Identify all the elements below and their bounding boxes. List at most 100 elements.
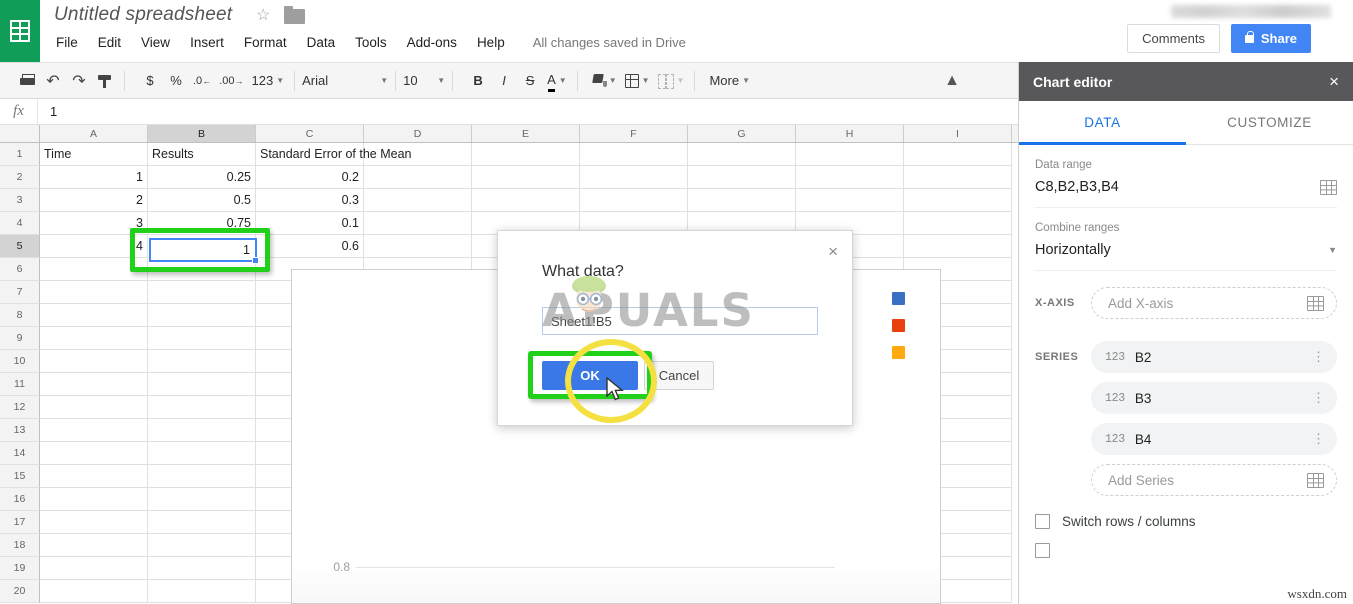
italic-button[interactable]: I	[491, 68, 517, 94]
menu-insert[interactable]: Insert	[180, 33, 234, 52]
combine-ranges-value[interactable]: Horizontally	[1035, 242, 1111, 258]
tab-customize[interactable]: CUSTOMIZE	[1186, 101, 1353, 144]
column-header-d[interactable]: D	[364, 125, 472, 142]
currency-format-button[interactable]: $	[137, 68, 163, 94]
menu-edit[interactable]: Edit	[88, 33, 131, 52]
row-header-17[interactable]: 17	[0, 511, 40, 534]
cell-B4[interactable]: 0.75	[148, 212, 256, 235]
share-button[interactable]: Share	[1231, 24, 1311, 53]
cell-E2[interactable]	[472, 166, 580, 189]
select-range-grid-icon[interactable]	[1307, 473, 1324, 488]
paint-format-icon[interactable]	[92, 68, 118, 94]
cell-D4[interactable]	[364, 212, 472, 235]
cell-A18[interactable]	[40, 534, 148, 557]
undo-icon[interactable]: ↶	[40, 68, 66, 94]
cell-A1[interactable]: Time	[40, 143, 148, 166]
row-header-12[interactable]: 12	[0, 396, 40, 419]
cell-B13[interactable]	[148, 419, 256, 442]
font-family-select[interactable]: Arial ▼	[295, 68, 395, 94]
cell-B20[interactable]	[148, 580, 256, 603]
series-item-b2[interactable]: 123 B2 ⋮	[1091, 341, 1337, 373]
cell-B2[interactable]: 0.25	[148, 166, 256, 189]
cell-I1[interactable]	[904, 143, 1012, 166]
select-range-grid-icon[interactable]	[1307, 296, 1324, 311]
column-header-i[interactable]: I	[904, 125, 1012, 142]
bold-button[interactable]: B	[465, 68, 491, 94]
cell-C2[interactable]: 0.2	[256, 166, 364, 189]
close-icon[interactable]: ×	[1329, 73, 1339, 90]
cell-A5[interactable]: 4	[40, 235, 148, 258]
more-formats-button[interactable]: 123 ▼	[247, 68, 288, 94]
merge-cells-button[interactable]: ▼	[654, 68, 689, 94]
cell-B12[interactable]	[148, 396, 256, 419]
cell-A17[interactable]	[40, 511, 148, 534]
row-header-11[interactable]: 11	[0, 373, 40, 396]
cell-A4[interactable]: 3	[40, 212, 148, 235]
series-options-icon[interactable]: ⋮	[1312, 434, 1325, 444]
close-icon[interactable]: ×	[828, 243, 838, 260]
cell-B1[interactable]: Results	[148, 143, 256, 166]
column-header-g[interactable]: G	[688, 125, 796, 142]
chevron-down-icon[interactable]: ▼	[1328, 245, 1337, 255]
strikethrough-button[interactable]: S	[517, 68, 543, 94]
fill-handle[interactable]	[252, 257, 259, 264]
add-series-button[interactable]: Add Series	[1091, 464, 1337, 496]
menu-add-ons[interactable]: Add-ons	[397, 33, 467, 52]
cell-H3[interactable]	[796, 189, 904, 212]
column-header-f[interactable]: F	[580, 125, 688, 142]
cell-A14[interactable]	[40, 442, 148, 465]
row-header-16[interactable]: 16	[0, 488, 40, 511]
series-options-icon[interactable]: ⋮	[1312, 352, 1325, 362]
cell-I2[interactable]	[904, 166, 1012, 189]
cell-C1[interactable]: Standard Error of the Mean	[256, 143, 364, 166]
folder-icon[interactable]	[284, 9, 305, 24]
row-header-13[interactable]: 13	[0, 419, 40, 442]
series-item-b4[interactable]: 123 B4 ⋮	[1091, 423, 1337, 455]
cell-A8[interactable]	[40, 304, 148, 327]
column-header-c[interactable]: C	[256, 125, 364, 142]
cell-B19[interactable]	[148, 557, 256, 580]
cell-A6[interactable]	[40, 258, 148, 281]
row-header-5[interactable]: 5	[0, 235, 40, 258]
collapse-toolbar-icon[interactable]: ▲	[944, 72, 960, 90]
cell-B16[interactable]	[148, 488, 256, 511]
row-header-8[interactable]: 8	[0, 304, 40, 327]
cell-A13[interactable]	[40, 419, 148, 442]
cell-F3[interactable]	[580, 189, 688, 212]
menu-file[interactable]: File	[54, 33, 88, 52]
increase-decimal-button[interactable]: .00→	[215, 68, 247, 94]
cell-B14[interactable]	[148, 442, 256, 465]
cell-A3[interactable]: 2	[40, 189, 148, 212]
cell-B8[interactable]	[148, 304, 256, 327]
cell-C3[interactable]: 0.3	[256, 189, 364, 212]
add-x-axis-button[interactable]: Add X-axis	[1091, 287, 1337, 319]
series-options-icon[interactable]: ⋮	[1312, 393, 1325, 403]
borders-button[interactable]: ▼	[621, 68, 654, 94]
row-header-15[interactable]: 15	[0, 465, 40, 488]
cell-B7[interactable]	[148, 281, 256, 304]
cell-E1[interactable]	[472, 143, 580, 166]
row-header-9[interactable]: 9	[0, 327, 40, 350]
cell-A19[interactable]	[40, 557, 148, 580]
row-header-18[interactable]: 18	[0, 534, 40, 557]
cell-B15[interactable]	[148, 465, 256, 488]
text-color-button[interactable]: A ▼	[543, 68, 571, 94]
redo-icon[interactable]: ↷	[66, 68, 92, 94]
formula-input[interactable]: 1	[38, 104, 57, 119]
column-header-h[interactable]: H	[796, 125, 904, 142]
tab-data[interactable]: DATA	[1019, 101, 1186, 144]
series-item-b3[interactable]: 123 B3 ⋮	[1091, 382, 1337, 414]
cell-D5[interactable]	[364, 235, 472, 258]
cell-A11[interactable]	[40, 373, 148, 396]
secondary-checkbox[interactable]	[1035, 543, 1050, 558]
cell-D2[interactable]	[364, 166, 472, 189]
sheets-logo-icon[interactable]	[0, 0, 40, 62]
secondary-checkbox-row[interactable]	[1035, 543, 1337, 558]
cell-B17[interactable]	[148, 511, 256, 534]
row-header-4[interactable]: 4	[0, 212, 40, 235]
cell-E3[interactable]	[472, 189, 580, 212]
document-title[interactable]: Untitled spreadsheet	[54, 4, 232, 26]
row-header-19[interactable]: 19	[0, 557, 40, 580]
row-header-6[interactable]: 6	[0, 258, 40, 281]
percent-format-button[interactable]: %	[163, 68, 189, 94]
